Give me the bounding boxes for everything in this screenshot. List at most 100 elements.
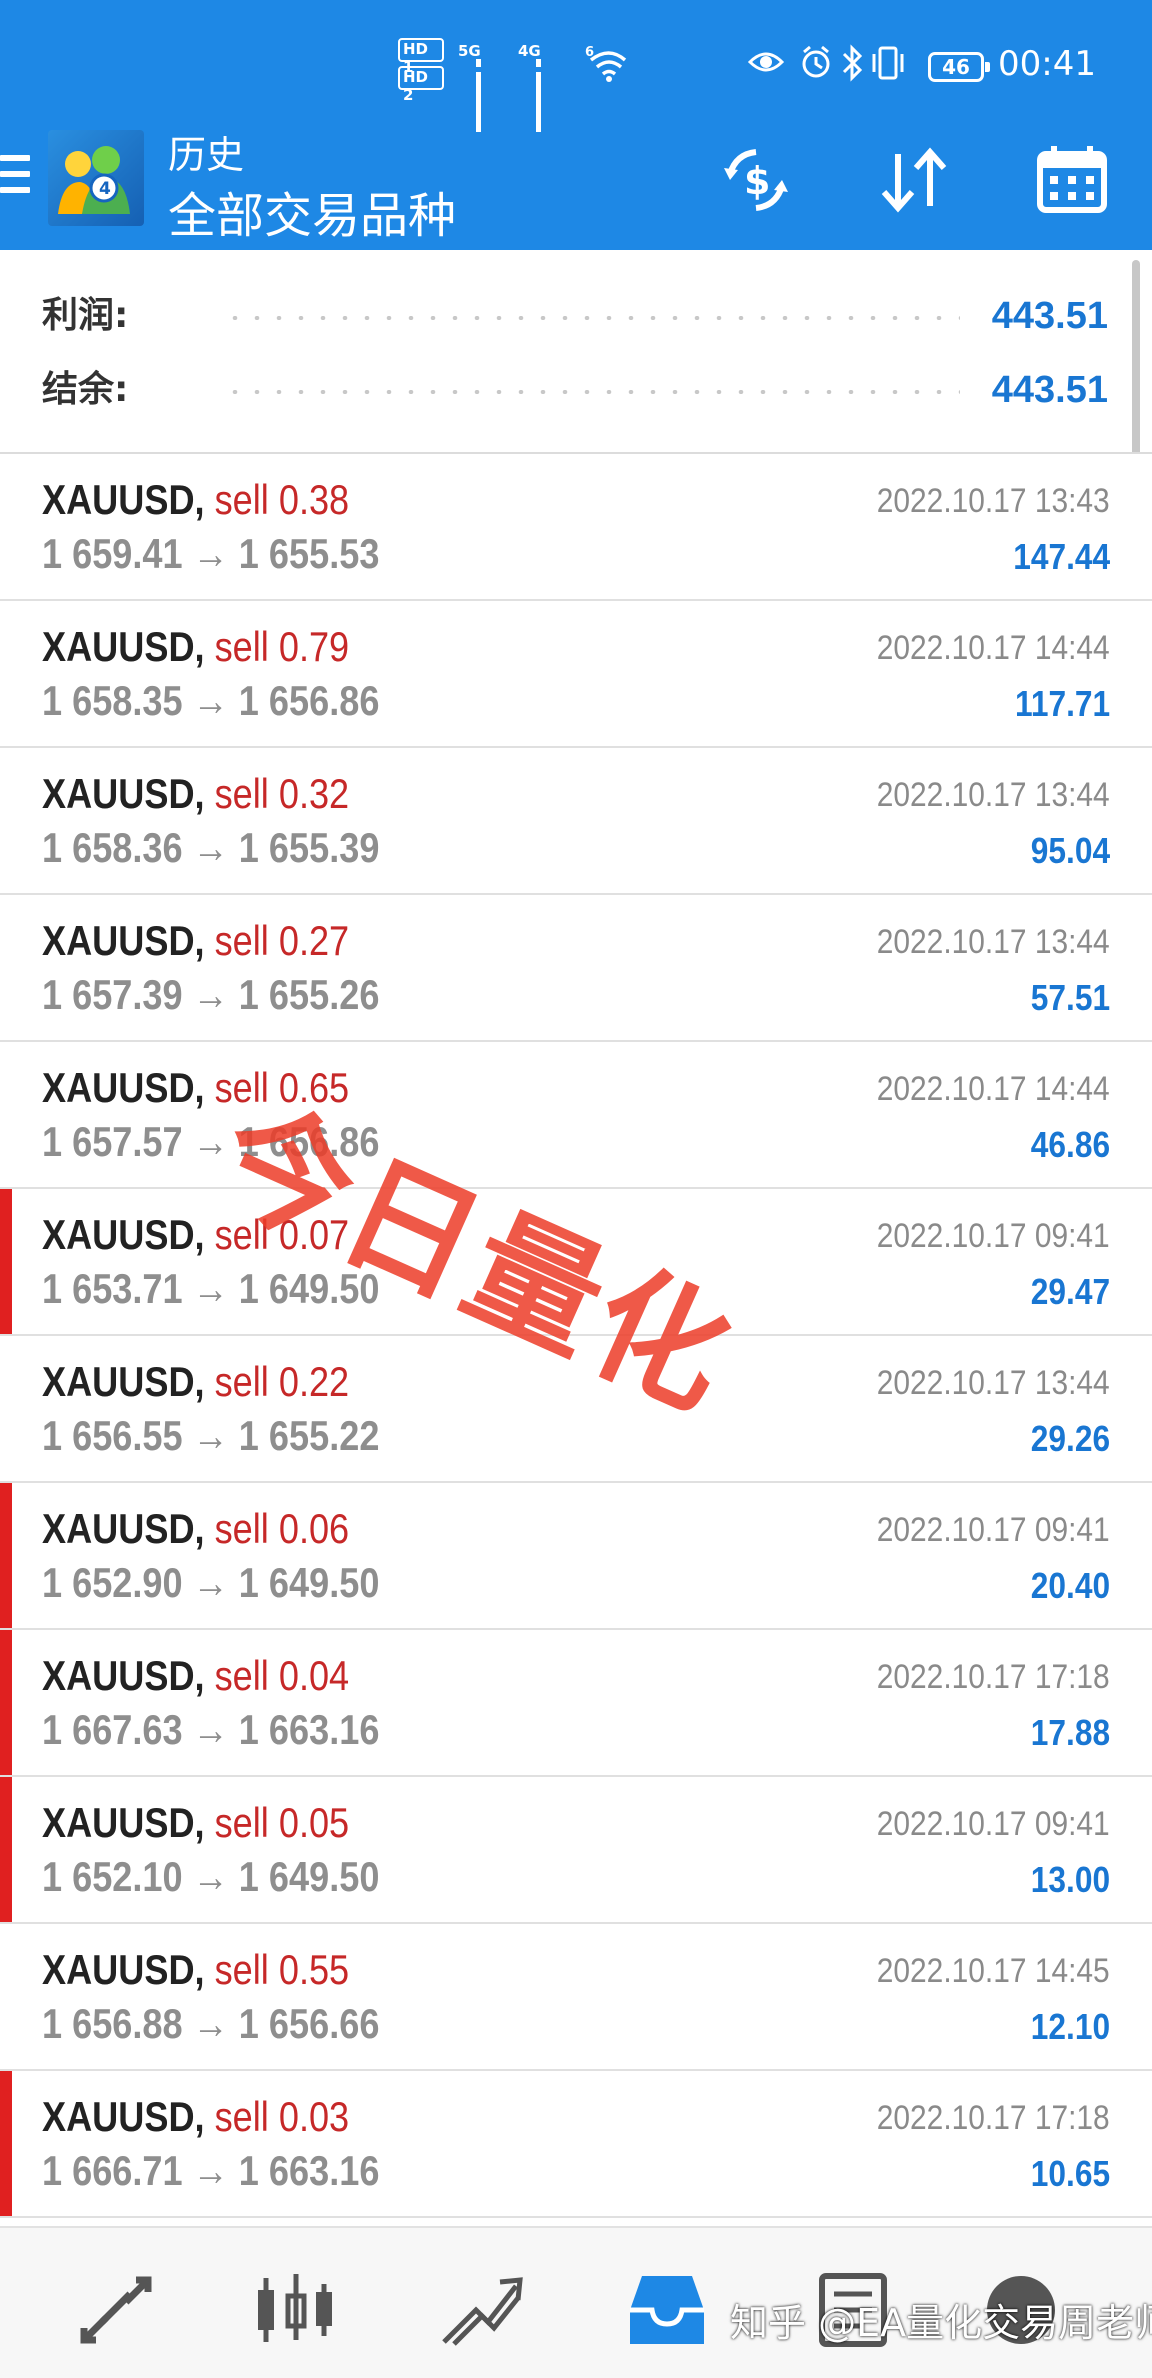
deal-profit: 147.44: [1013, 536, 1110, 577]
scrollbar[interactable]: [1132, 260, 1140, 458]
sort-icon[interactable]: [874, 140, 954, 220]
wifi-icon: 6: [585, 45, 627, 82]
deal-symbol: XAUUSD,: [42, 1799, 205, 1846]
calendar-icon[interactable]: [1032, 140, 1112, 220]
arrow-right-icon: →: [192, 1265, 229, 1312]
deal-volume: 0.55: [278, 1946, 350, 1993]
deal-row[interactable]: XAUUSD, sell 0.03 1 666.71 → 1 663.16 2022…: [0, 2071, 1152, 2218]
deal-time: 2022.10.17 17:18: [877, 2099, 1110, 2137]
deal-row[interactable]: XAUUSD, sell 0.07 1 653.71 → 1 649.50 2022…: [0, 1189, 1152, 1336]
credit-watermark: 知乎 @EA量化交易周老师: [730, 2301, 1152, 2345]
deal-row[interactable]: XAUUSD, sell 0.05 1 652.10 → 1 649.50 2022…: [0, 1777, 1152, 1924]
deal-type: sell: [214, 1064, 269, 1111]
deal-row[interactable]: XAUUSD, sell 0.06 1 652.90 → 1 649.50 2022…: [0, 1483, 1152, 1630]
deal-profit: 29.26: [1030, 1418, 1110, 1459]
arrow-right-icon: →: [192, 1412, 229, 1459]
deal-symbol: XAUUSD,: [42, 1946, 205, 1993]
history-icon[interactable]: [622, 2270, 712, 2350]
arrow-right-icon: →: [192, 1706, 229, 1753]
deal-close-price: 1 656.66: [238, 2000, 380, 2047]
quotes-icon[interactable]: [72, 2270, 162, 2350]
deal-volume: 0.38: [278, 476, 350, 523]
profit-value: 443.51: [991, 295, 1108, 337]
deal-type: sell: [214, 1799, 269, 1846]
deal-time: 2022.10.17 14:44: [877, 629, 1110, 667]
deal-time: 2022.10.17 09:41: [877, 1217, 1110, 1255]
menu-icon[interactable]: [0, 155, 30, 203]
deal-volume: 0.65: [278, 1064, 350, 1111]
svg-text:4: 4: [99, 179, 111, 199]
deal-type: sell: [214, 623, 269, 670]
deal-row[interactable]: XAUUSD, sell 0.22 1 656.55 → 1 655.22 2022…: [0, 1336, 1152, 1483]
vibrate-icon: [872, 46, 904, 80]
deal-volume: 0.04: [278, 1652, 350, 1699]
deal-prices: 1 652.10 → 1 649.50: [42, 1853, 379, 1901]
deal-symbol: XAUUSD,: [42, 1211, 205, 1258]
arrow-right-icon: →: [192, 677, 229, 724]
summary-panel: 利润: 443.51 结余: 443.51: [0, 250, 1152, 454]
exchange-dollar-icon[interactable]: $: [716, 140, 796, 220]
sim1-label: HD 1: [398, 38, 444, 76]
deal-type: sell: [214, 917, 269, 964]
symbol-filter-label[interactable]: 全部交易品种: [168, 176, 456, 246]
deal-close-price: 1 655.26: [238, 971, 380, 1018]
deal-close-price: 1 649.50: [238, 1265, 380, 1312]
deal-row[interactable]: XAUUSD, sell 0.65 1 657.57 → 1 656.86 2022…: [0, 1042, 1152, 1189]
deal-prices: 1 659.41 → 1 655.53: [42, 530, 379, 578]
balance-value: 443.51: [991, 369, 1108, 411]
deal-open-price: 1 652.90: [42, 1559, 183, 1606]
deal-time: 2022.10.17 13:44: [877, 776, 1110, 814]
deal-open-price: 1 653.71: [42, 1265, 183, 1312]
deal-type: sell: [214, 1652, 269, 1699]
deal-symbol: XAUUSD,: [42, 476, 205, 523]
deal-marker: [0, 1630, 12, 1775]
deal-row[interactable]: XAUUSD, sell 0.04 1 667.63 → 1 663.16 2022…: [0, 1630, 1152, 1777]
deal-row[interactable]: XAUUSD, sell 0.38 1 659.41 → 1 655.53 2022…: [0, 454, 1152, 601]
deal-open-price: 1 656.55: [42, 1412, 183, 1459]
deal-open-price: 1 666.71: [42, 2147, 183, 2194]
deal-time: 2022.10.17 13:43: [877, 482, 1110, 520]
deal-title: XAUUSD, sell 0.04: [42, 1652, 349, 1700]
deal-prices: 1 666.71 → 1 663.16: [42, 2147, 379, 2195]
arrow-right-icon: →: [192, 971, 229, 1018]
page-title: 历史: [168, 133, 245, 177]
deal-time: 2022.10.17 14:44: [877, 1070, 1110, 1108]
dot-leader: [224, 390, 960, 394]
deal-volume: 0.06: [278, 1505, 350, 1552]
deal-volume: 0.07: [278, 1211, 350, 1258]
deal-time: 2022.10.17 17:18: [877, 1658, 1110, 1696]
deal-row[interactable]: XAUUSD, sell 0.55 1 656.88 → 1 656.66 2022…: [0, 1924, 1152, 2071]
deal-marker: [0, 1483, 12, 1628]
trade-icon[interactable]: [436, 2270, 526, 2350]
deal-symbol: XAUUSD,: [42, 1505, 205, 1552]
deal-row[interactable]: XAUUSD, sell 0.27 1 657.39 → 1 655.26 2022…: [0, 895, 1152, 1042]
deal-type: sell: [214, 770, 269, 817]
deal-row[interactable]: XAUUSD, sell 0.32 1 658.36 → 1 655.39 2022…: [0, 748, 1152, 895]
deal-symbol: XAUUSD,: [42, 917, 205, 964]
deal-volume: 0.05: [278, 1799, 350, 1846]
arrow-right-icon: →: [192, 530, 229, 577]
app-logo: 4: [48, 130, 144, 226]
deal-type: sell: [214, 476, 269, 523]
deal-time: 2022.10.17 13:44: [877, 1364, 1110, 1402]
bluetooth-icon: [842, 44, 863, 82]
deal-title: XAUUSD, sell 0.32: [42, 770, 349, 818]
deal-row[interactable]: XAUUSD, sell 0.79 1 658.35 → 1 656.86 2022…: [0, 601, 1152, 748]
deal-title: XAUUSD, sell 0.07: [42, 1211, 349, 1259]
deal-prices: 1 657.57 → 1 656.86: [42, 1118, 379, 1166]
deal-marker: [0, 1189, 12, 1334]
deal-volume: 0.27: [278, 917, 350, 964]
deal-prices: 1 658.36 → 1 655.39: [42, 824, 379, 872]
deal-title: XAUUSD, sell 0.05: [42, 1799, 349, 1847]
chart-icon[interactable]: [250, 2270, 340, 2350]
deal-close-price: 1 663.16: [238, 1706, 380, 1753]
deal-marker: [0, 1777, 12, 1922]
deal-volume: 0.32: [278, 770, 350, 817]
profit-label: 利润:: [42, 295, 129, 336]
deal-symbol: XAUUSD,: [42, 2093, 205, 2140]
deal-symbol: XAUUSD,: [42, 1358, 205, 1405]
deal-volume: 0.22: [278, 1358, 350, 1405]
deal-marker: [0, 2071, 12, 2216]
deal-title: XAUUSD, sell 0.38: [42, 476, 349, 524]
deal-type: sell: [214, 1358, 269, 1405]
